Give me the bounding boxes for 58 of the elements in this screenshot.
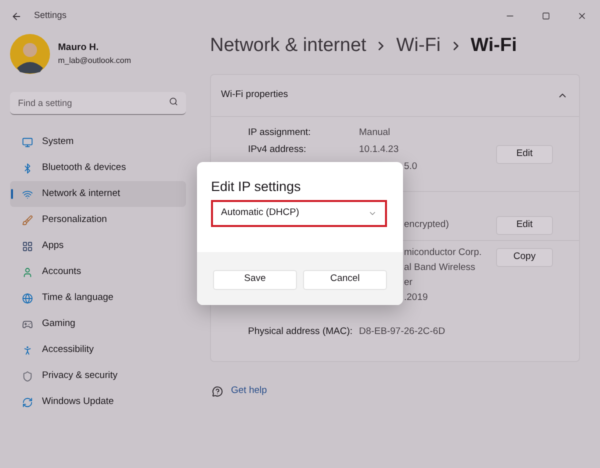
- apps-grid-icon: [22, 240, 33, 252]
- bluetooth-icon: [22, 162, 33, 174]
- back-button[interactable]: [10, 10, 22, 22]
- copy-button[interactable]: Copy: [496, 248, 553, 267]
- property-label: IPv4 address:: [248, 143, 308, 157]
- wifi-icon: [22, 188, 33, 200]
- sidebar-item[interactable]: Personalization: [10, 207, 186, 233]
- property-value: miconductor Corp.: [404, 246, 482, 260]
- accessibility-icon: [22, 344, 33, 356]
- property-value: .2019: [404, 291, 428, 305]
- cancel-button[interactable]: Cancel: [303, 270, 387, 290]
- person-icon: [22, 266, 33, 278]
- edit-button[interactable]: Edit: [496, 145, 553, 164]
- property-value: Manual: [359, 126, 390, 140]
- edit-button[interactable]: Edit: [496, 216, 553, 234]
- property-value: 5.0: [404, 160, 418, 174]
- maximize-icon: [542, 12, 550, 20]
- sidebar-item[interactable]: Windows Update: [10, 389, 186, 415]
- card-title: Wi-Fi properties: [221, 88, 288, 102]
- get-help-link[interactable]: Get help: [231, 384, 267, 398]
- property-value: encrypted): [404, 218, 449, 232]
- breadcrumb-item[interactable]: Wi-Fi: [396, 32, 441, 60]
- property-value: 10.1.4.23: [359, 143, 399, 157]
- window-title: Settings: [34, 9, 67, 22]
- sidebar-item[interactable]: System: [10, 129, 186, 155]
- chevron-down-icon: [368, 209, 377, 218]
- sidebar-item[interactable]: Network & internet: [10, 181, 186, 207]
- property-value: D8-EB-97-26-2C-6D: [359, 325, 446, 339]
- save-button[interactable]: Save: [213, 270, 297, 290]
- sidebar-item[interactable]: Accessibility: [10, 337, 186, 363]
- help-icon: [212, 386, 223, 397]
- user-name: Mauro H.: [58, 40, 100, 55]
- gamepad-icon: [22, 318, 33, 330]
- breadcrumb-item: Wi-Fi: [470, 34, 517, 58]
- sidebar-item[interactable]: Accounts: [10, 259, 186, 285]
- globe-icon: [22, 292, 33, 304]
- back-arrow-icon: [10, 10, 22, 22]
- property-label: IP assignment:: [248, 126, 312, 140]
- shield-icon: [22, 370, 33, 382]
- search-field[interactable]: Find a setting: [10, 92, 186, 115]
- sidebar-item[interactable]: Time & language: [10, 285, 186, 311]
- ip-dropdown[interactable]: Automatic (DHCP): [211, 200, 387, 227]
- property-value: al Band Wireless: [404, 261, 476, 275]
- sidebar-item[interactable]: Gaming: [10, 311, 186, 337]
- search-icon: [169, 97, 178, 106]
- dialog-title: Edit IP settings: [211, 179, 302, 195]
- avatar-icon: [10, 34, 50, 74]
- close-icon: [577, 11, 587, 21]
- property-value: er: [404, 276, 412, 290]
- monitor-icon: [22, 136, 33, 148]
- sidebar-item[interactable]: Privacy & security: [10, 363, 186, 389]
- sidebar-item[interactable]: Bluetooth & devices: [10, 155, 186, 181]
- brush-icon: [22, 214, 33, 226]
- refresh-icon: [22, 396, 33, 408]
- user-email: m_lab@outlook.com: [58, 55, 132, 68]
- breadcrumb-item[interactable]: Network & internet: [210, 32, 366, 60]
- sidebar-item[interactable]: Apps: [10, 233, 186, 259]
- property-label: Physical address (MAC):: [248, 325, 354, 339]
